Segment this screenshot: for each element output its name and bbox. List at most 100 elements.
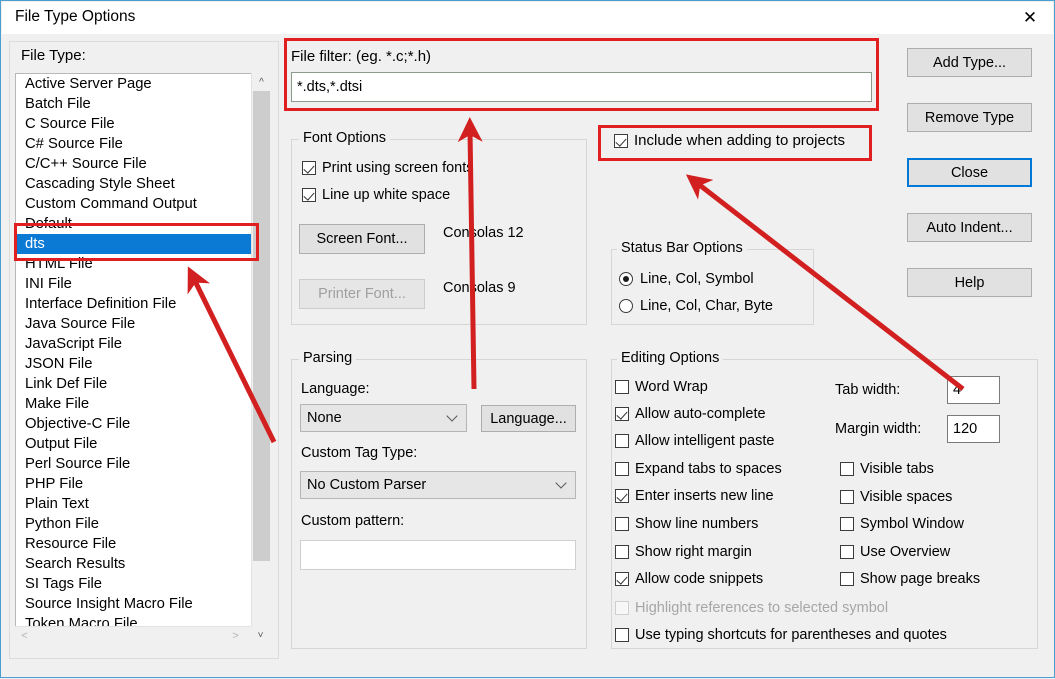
help-button[interactable]: Help (907, 268, 1032, 297)
print-using-screen-fonts-checkbox[interactable]: Print using screen fonts (302, 161, 474, 176)
list-item[interactable]: INI File (16, 274, 269, 294)
list-item[interactable]: Perl Source File (16, 454, 269, 474)
list-item[interactable]: Default (16, 214, 269, 234)
list-item[interactable]: JavaScript File (16, 334, 269, 354)
file-type-list-horizontal-scrollbar[interactable]: < > (15, 626, 270, 645)
add-type-button[interactable]: Add Type... (907, 48, 1032, 77)
list-item[interactable]: Cascading Style Sheet (16, 174, 269, 194)
list-item[interactable]: Batch File (16, 94, 269, 114)
use-typing-shortcuts-checkbox[interactable]: Use typing shortcuts for parentheses and… (615, 628, 947, 643)
checkbox-box (615, 545, 629, 560)
chevron-up-icon[interactable]: ^ (252, 73, 271, 91)
checkbox-box (615, 572, 629, 587)
chevron-down-icon[interactable]: ˅ (251, 626, 270, 645)
checkbox-box (615, 489, 629, 504)
printer-font-button: Printer Font... (299, 279, 425, 309)
custom-pattern-input[interactable] (300, 540, 576, 570)
include-when-adding-to-projects-checkbox[interactable]: Include when adding to projects (614, 133, 845, 148)
custom-pattern-label: Custom pattern: (301, 513, 405, 529)
custom-tag-type-combobox[interactable]: No Custom Parser (300, 471, 576, 499)
radio-line-col-symbol[interactable]: Line, Col, Symbol (619, 271, 754, 287)
list-item[interactable]: HTML File (16, 254, 269, 274)
editing-options-title: Editing Options (617, 350, 724, 366)
list-item[interactable]: SI Tags File (16, 574, 269, 594)
auto-indent-button[interactable]: Auto Indent... (907, 213, 1032, 242)
symbol-window-checkbox[interactable]: Symbol Window (840, 517, 964, 532)
list-item[interactable]: Active Server Page (16, 74, 269, 94)
allow-auto-complete-checkbox[interactable]: Allow auto-complete (615, 407, 766, 422)
margin-width-input[interactable]: 120 (947, 415, 1000, 443)
checkbox-box (614, 133, 628, 148)
list-item[interactable]: Objective-C File (16, 414, 269, 434)
list-item[interactable]: C/C++ Source File (16, 154, 269, 174)
list-item[interactable]: Resource File (16, 534, 269, 554)
checkbox-label: Expand tabs to spaces (635, 461, 782, 477)
show-right-margin-checkbox[interactable]: Show right margin (615, 545, 752, 560)
list-item[interactable]: Plain Text (16, 494, 269, 514)
list-item[interactable]: Output File (16, 434, 269, 454)
use-overview-checkbox[interactable]: Use Overview (840, 545, 950, 560)
list-item[interactable]: C# Source File (16, 134, 269, 154)
word-wrap-checkbox[interactable]: Word Wrap (615, 380, 708, 395)
expand-tabs-to-spaces-checkbox[interactable]: Expand tabs to spaces (615, 462, 782, 477)
checkbox-label: Show right margin (635, 544, 752, 560)
radio-label: Line, Col, Symbol (640, 271, 754, 287)
list-item[interactable]: Search Results (16, 554, 269, 574)
list-item[interactable]: Python File (16, 514, 269, 534)
show-line-numbers-checkbox[interactable]: Show line numbers (615, 517, 758, 532)
checkbox-box (840, 462, 854, 477)
chevron-right-icon[interactable]: > (226, 627, 245, 645)
list-item[interactable]: Source Insight Macro File (16, 594, 269, 614)
tab-width-input[interactable]: 4 (947, 376, 1000, 404)
checkbox-box (615, 628, 629, 643)
list-item[interactable]: Custom Command Output (16, 194, 269, 214)
screen-font-button[interactable]: Screen Font... (299, 224, 425, 254)
allow-intelligent-paste-checkbox[interactable]: Allow intelligent paste (615, 434, 774, 449)
show-page-breaks-checkbox[interactable]: Show page breaks (840, 572, 980, 587)
tab-width-label: Tab width: (835, 382, 901, 398)
language-combobox[interactable]: None (300, 404, 467, 432)
allow-code-snippets-checkbox[interactable]: Allow code snippets (615, 572, 763, 587)
close-button[interactable]: Close (907, 158, 1032, 187)
file-filter-input[interactable]: *.dts,*.dtsi (291, 72, 872, 102)
font-options-title: Font Options (299, 130, 391, 146)
list-item[interactable]: Java Source File (16, 314, 269, 334)
list-item[interactable]: Make File (16, 394, 269, 414)
checkbox-box (840, 490, 854, 505)
radio-ring (619, 299, 633, 313)
status-bar-options-title: Status Bar Options (617, 240, 747, 256)
list-item[interactable]: dts (16, 234, 269, 254)
line-up-white-space-checkbox[interactable]: Line up white space (302, 188, 450, 203)
file-type-listbox[interactable]: Active Server Page Batch File C Source Fil… (15, 73, 270, 645)
visible-spaces-checkbox[interactable]: Visible spaces (840, 490, 952, 505)
language-button[interactable]: Language... (481, 405, 576, 432)
radio-ring (619, 272, 633, 286)
checkbox-label: Symbol Window (860, 516, 964, 532)
list-item[interactable]: C Source File (16, 114, 269, 134)
close-icon[interactable]: ✕ (1007, 2, 1053, 34)
scrollbar-thumb[interactable] (253, 91, 270, 561)
enter-inserts-new-line-checkbox[interactable]: Enter inserts new line (615, 489, 774, 504)
language-combobox-value: None (307, 410, 342, 426)
list-item[interactable]: JSON File (16, 354, 269, 374)
radio-line-col-char-byte[interactable]: Line, Col, Char, Byte (619, 298, 773, 314)
margin-width-label: Margin width: (835, 421, 922, 437)
checkbox-box (615, 601, 629, 616)
list-item[interactable]: Link Def File (16, 374, 269, 394)
chevron-down-icon (557, 479, 566, 488)
chevron-left-icon[interactable]: < (15, 627, 34, 645)
checkbox-box (615, 407, 629, 422)
list-item[interactable]: PHP File (16, 474, 269, 494)
highlight-references-checkbox: Highlight references to selected symbol (615, 601, 888, 616)
title-bar: File Type Options ✕ (2, 2, 1053, 34)
checkbox-label: Line up white space (322, 187, 451, 203)
checkbox-box (615, 517, 629, 532)
remove-type-button[interactable]: Remove Type (907, 103, 1032, 132)
visible-tabs-checkbox[interactable]: Visible tabs (840, 462, 934, 477)
file-type-list-vertical-scrollbar[interactable]: ^ (251, 73, 270, 626)
checkbox-box (840, 572, 854, 587)
custom-tag-type-label: Custom Tag Type: (301, 445, 418, 461)
checkbox-box (840, 545, 854, 560)
parsing-title: Parsing (299, 350, 357, 366)
list-item[interactable]: Interface Definition File (16, 294, 269, 314)
